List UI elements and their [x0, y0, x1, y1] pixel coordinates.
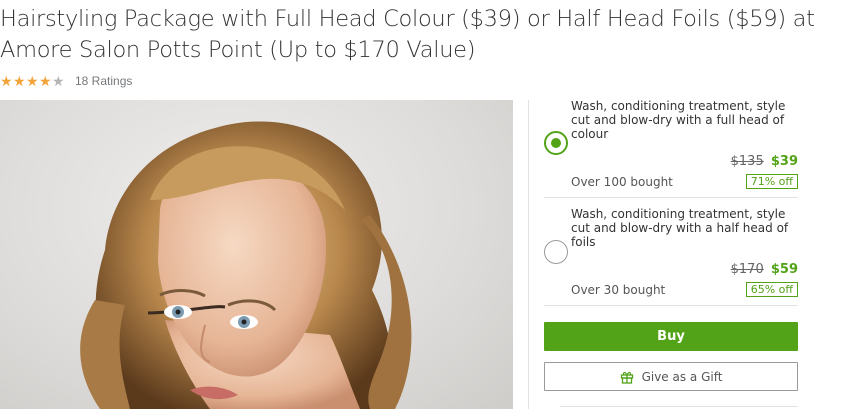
discount-badge: 65% off: [745, 282, 798, 297]
deal-title: Hairstyling Package with Full Head Colou…: [0, 6, 815, 63]
gift-icon: [620, 371, 633, 384]
star-icon: ★: [0, 73, 13, 89]
star-icon: ★: [13, 73, 26, 89]
deal-price: $39: [770, 154, 798, 169]
option-description: Wash, conditioning treatment, style cut …: [571, 207, 789, 249]
original-price: $135: [730, 154, 764, 169]
deal-price: $59: [770, 262, 798, 277]
bought-count: Over 30 bought: [571, 283, 666, 297]
star-rating: ★ ★ ★ ★ ★: [0, 74, 65, 88]
discount-badge: 71% off: [745, 174, 798, 189]
option-full-head-colour[interactable]: Wash, conditioning treatment, style cut …: [544, 98, 798, 198]
ratings-count[interactable]: 18 Ratings: [75, 74, 132, 88]
deal-image: [0, 100, 513, 409]
star-icon: ★: [39, 73, 52, 89]
original-price: $170: [730, 262, 764, 277]
option-price: $170 $59: [731, 262, 798, 277]
column-divider: [528, 100, 529, 409]
star-empty-icon: ★: [52, 73, 65, 89]
rating-row[interactable]: ★ ★ ★ ★ ★ 18 Ratings: [0, 72, 132, 90]
give-as-gift-button[interactable]: Give as a Gift: [544, 362, 798, 391]
buy-button[interactable]: Buy: [544, 322, 798, 351]
radio-icon[interactable]: [544, 240, 568, 264]
radio-selected-icon[interactable]: [544, 131, 568, 155]
gift-label: Give as a Gift: [641, 369, 723, 384]
option-price: $135 $39: [731, 154, 798, 169]
star-icon: ★: [26, 73, 39, 89]
divider: [560, 406, 798, 407]
option-description: Wash, conditioning treatment, style cut …: [571, 99, 786, 141]
bought-count: Over 100 bought: [571, 175, 673, 189]
option-half-head-foils[interactable]: Wash, conditioning treatment, style cut …: [544, 206, 798, 306]
